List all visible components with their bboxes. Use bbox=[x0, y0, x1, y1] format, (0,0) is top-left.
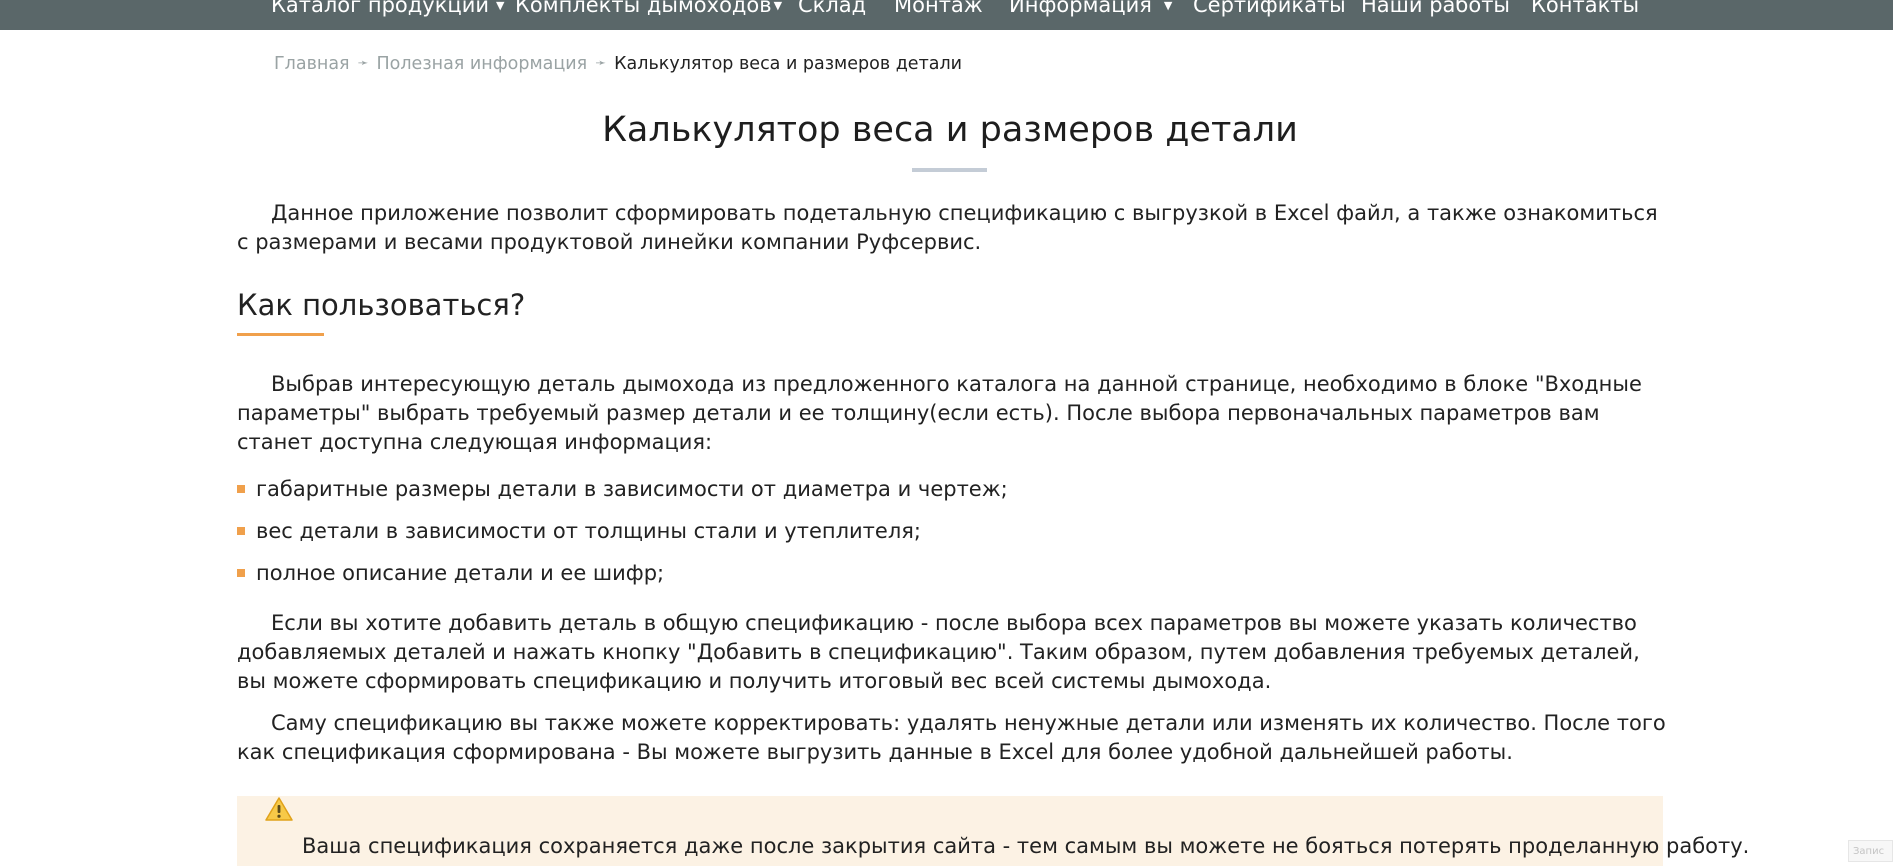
breadcrumb: Главная ➛ Полезная информация ➛ Калькулятор … bbox=[274, 54, 962, 74]
warning-icon bbox=[265, 797, 293, 821]
nav-item-chimney-kits[interactable]: Комплекты дымоходов ▼ bbox=[515, 0, 782, 23]
nav-item-label: Наши работы bbox=[1361, 0, 1511, 17]
breadcrumb-arrow-icon: ➛ bbox=[357, 56, 369, 71]
list-item-text: габаритные размеры детали в зависимости … bbox=[256, 477, 1008, 501]
how-to-heading: Как пользоваться? bbox=[237, 288, 526, 322]
breadcrumb-arrow-icon: ➛ bbox=[595, 56, 607, 71]
notice-text: Ваша спецификация сохраняется даже после… bbox=[302, 834, 1750, 858]
top-navigation: Каталог продукции ▼ Комплекты дымоходов ▼ … bbox=[0, 0, 1893, 30]
heading-underline bbox=[237, 333, 324, 336]
nav-item-contacts[interactable]: Контакты bbox=[1531, 0, 1639, 23]
nav-item-label: Контакты bbox=[1531, 0, 1640, 17]
how-to-paragraph-1: Выбрав интересующую деталь дымохода из п… bbox=[237, 372, 1642, 454]
caret-down-icon: ▼ bbox=[773, 0, 783, 12]
list-item-text: полное описание детали и ее шифр; bbox=[256, 561, 665, 585]
nav-item-our-works[interactable]: Наши работы bbox=[1361, 0, 1510, 23]
nav-item-information[interactable]: Информация ▼ bbox=[1009, 0, 1172, 23]
breadcrumb-home-link[interactable]: Главная bbox=[274, 54, 350, 74]
breadcrumb-info-link[interactable]: Полезная информация bbox=[377, 54, 588, 74]
how-to-paragraph-2: Если вы хотите добавить деталь в общую с… bbox=[237, 611, 1640, 693]
corner-widget[interactable]: Запис bbox=[1848, 840, 1893, 862]
nav-item-label: Каталог продукции bbox=[271, 0, 489, 17]
intro-paragraph: Данное приложение позволит сформировать … bbox=[237, 201, 1658, 254]
nav-item-catalog[interactable]: Каталог продукции ▼ bbox=[271, 0, 504, 23]
bullet-icon bbox=[237, 527, 245, 535]
list-item: габаритные размеры детали в зависимости … bbox=[237, 477, 1008, 501]
nav-item-label: Сертификаты bbox=[1193, 0, 1346, 17]
caret-down-icon: ▼ bbox=[1163, 0, 1173, 12]
how-to-paragraph-3: Саму спецификацию вы также можете коррек… bbox=[237, 711, 1666, 764]
nav-item-installation[interactable]: Монтаж bbox=[894, 0, 983, 23]
list-item: полное описание детали и ее шифр; bbox=[237, 561, 664, 585]
bullet-icon bbox=[237, 485, 245, 493]
nav-item-warehouse[interactable]: Склад bbox=[798, 0, 866, 23]
bullet-icon bbox=[237, 569, 245, 577]
list-item-text: вес детали в зависимости от толщины стал… bbox=[256, 519, 921, 543]
caret-down-icon: ▼ bbox=[496, 0, 505, 12]
breadcrumb-current: Калькулятор веса и размеров детали bbox=[614, 54, 963, 74]
nav-item-certificates[interactable]: Сертификаты bbox=[1193, 0, 1346, 23]
title-underline bbox=[912, 168, 987, 172]
list-item: вес детали в зависимости от толщины стал… bbox=[237, 519, 921, 543]
page-title: Калькулятор веса и размеров детали bbox=[602, 110, 1298, 150]
nav-item-label: Информация bbox=[1009, 0, 1152, 17]
nav-item-label: Комплекты дымоходов bbox=[515, 0, 772, 17]
notice-box: Ваша спецификация сохраняется даже после… bbox=[237, 796, 1749, 866]
nav-item-label: Склад bbox=[798, 0, 867, 17]
nav-item-label: Монтаж bbox=[894, 0, 983, 17]
